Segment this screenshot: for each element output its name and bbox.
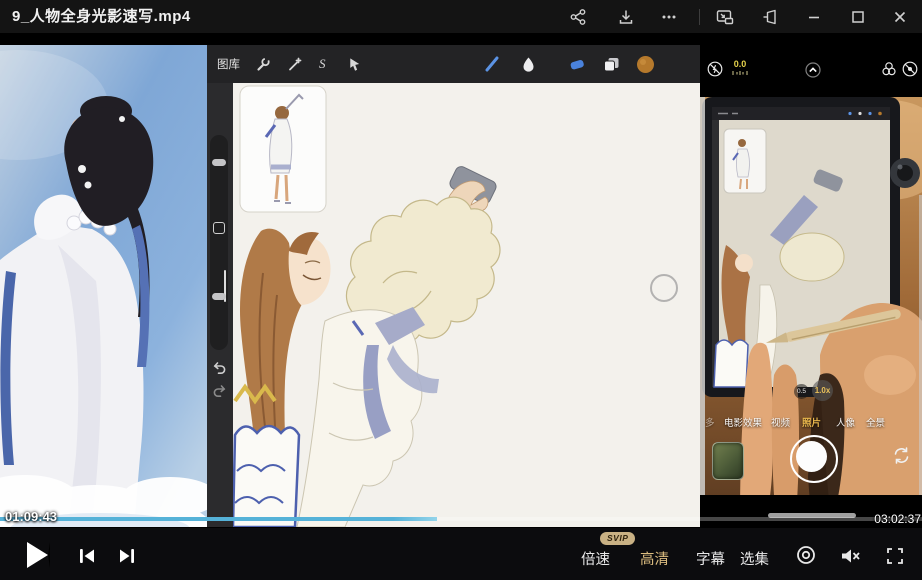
video-player-window: 9_人物全身光影速写.mp4 <box>0 0 922 580</box>
gallery-thumbnail <box>712 442 744 480</box>
zoom-1x-button: 1.0x <box>812 380 833 401</box>
share-icon[interactable] <box>566 5 590 29</box>
filter-icon <box>881 61 897 82</box>
eraser-icon <box>568 54 586 74</box>
reference-photo-panel <box>0 45 207 527</box>
download-icon[interactable] <box>614 5 638 29</box>
progress-fill <box>0 517 437 521</box>
next-button[interactable] <box>118 547 136 568</box>
player-controls: 倍速 SVIP 高清 字幕 选集 <box>0 528 922 580</box>
redo-icon <box>212 383 227 401</box>
svip-badge: SVIP <box>600 532 635 545</box>
video-viewport[interactable]: 图库 S <box>0 33 922 528</box>
mode-panorama: 全景 <box>866 415 885 429</box>
gallery-button: 图库 <box>217 54 240 74</box>
total-time: 03:02:37 <box>874 512 921 526</box>
procreate-sidebar <box>207 83 233 527</box>
exposure-indicator: 0.0 <box>730 60 750 76</box>
opacity-handle <box>212 293 226 300</box>
close-icon[interactable] <box>888 5 912 29</box>
muted-volume-icon[interactable] <box>840 547 860 568</box>
concentric-circle-icon[interactable] <box>796 545 816 568</box>
episodes-button[interactable]: 选集 <box>740 548 769 569</box>
minimize-icon[interactable] <box>802 5 826 29</box>
canvas-artwork <box>233 83 700 527</box>
speed-button[interactable]: 倍速 <box>581 548 610 569</box>
exposure-value: 0.0 <box>730 60 750 69</box>
transform-arrow-icon <box>347 54 362 74</box>
shutter-button <box>790 435 838 483</box>
adjustments-wand-icon <box>287 54 303 74</box>
current-time: 01:09:43 <box>5 509 57 524</box>
mode-video: 视频 <box>771 415 790 429</box>
brush-size-slider <box>210 135 228 350</box>
smudge-icon <box>520 54 537 74</box>
layers-icon <box>603 54 620 74</box>
modify-button <box>213 222 225 234</box>
procreate-toolbar: 图库 S <box>207 45 700 85</box>
collapse-chevron-icon <box>805 62 821 83</box>
always-on-top-icon[interactable] <box>758 5 782 29</box>
canvas-reference-card <box>240 86 326 212</box>
flip-camera-icon <box>892 446 911 470</box>
brush-icon <box>483 54 501 74</box>
mode-cinematic: 电影效果 <box>724 415 762 429</box>
video-title: 9_人物全身光影速写.mp4 <box>12 0 191 33</box>
flash-off-icon <box>707 61 723 82</box>
play-button[interactable] <box>27 542 50 568</box>
mode-portrait: 人像 <box>836 415 855 429</box>
picture-in-picture-icon[interactable] <box>713 5 737 29</box>
progress-bar[interactable] <box>0 517 922 521</box>
previous-button[interactable] <box>78 547 96 568</box>
procreate-canvas <box>233 83 700 527</box>
floating-circle-widget <box>650 274 678 302</box>
undo-icon <box>212 360 227 378</box>
color-swatch <box>636 54 655 74</box>
titlebar: 9_人物全身光影速写.mp4 <box>0 0 922 33</box>
selection-icon: S <box>319 54 326 74</box>
mode-photo-selected: 照片 <box>802 415 821 429</box>
fullscreen-icon[interactable] <box>886 547 904 568</box>
maximize-icon[interactable] <box>846 5 870 29</box>
procreate-app-panel: 图库 S <box>207 45 700 527</box>
subtitles-button[interactable]: 字幕 <box>696 548 725 569</box>
quality-button[interactable]: 高清 <box>640 548 669 569</box>
mode-more-partial: 多 <box>705 415 715 429</box>
camera-phone-panel: 0.0 0.5 1.0x 多 电影效果 视频 <box>700 45 922 527</box>
titlebar-divider <box>699 9 700 25</box>
more-icon[interactable] <box>657 5 681 29</box>
wrench-icon <box>255 54 271 74</box>
smart-off-icon <box>902 61 918 82</box>
zoom-0-5-button: 0.5 <box>794 384 809 399</box>
brush-size-handle <box>212 159 226 166</box>
